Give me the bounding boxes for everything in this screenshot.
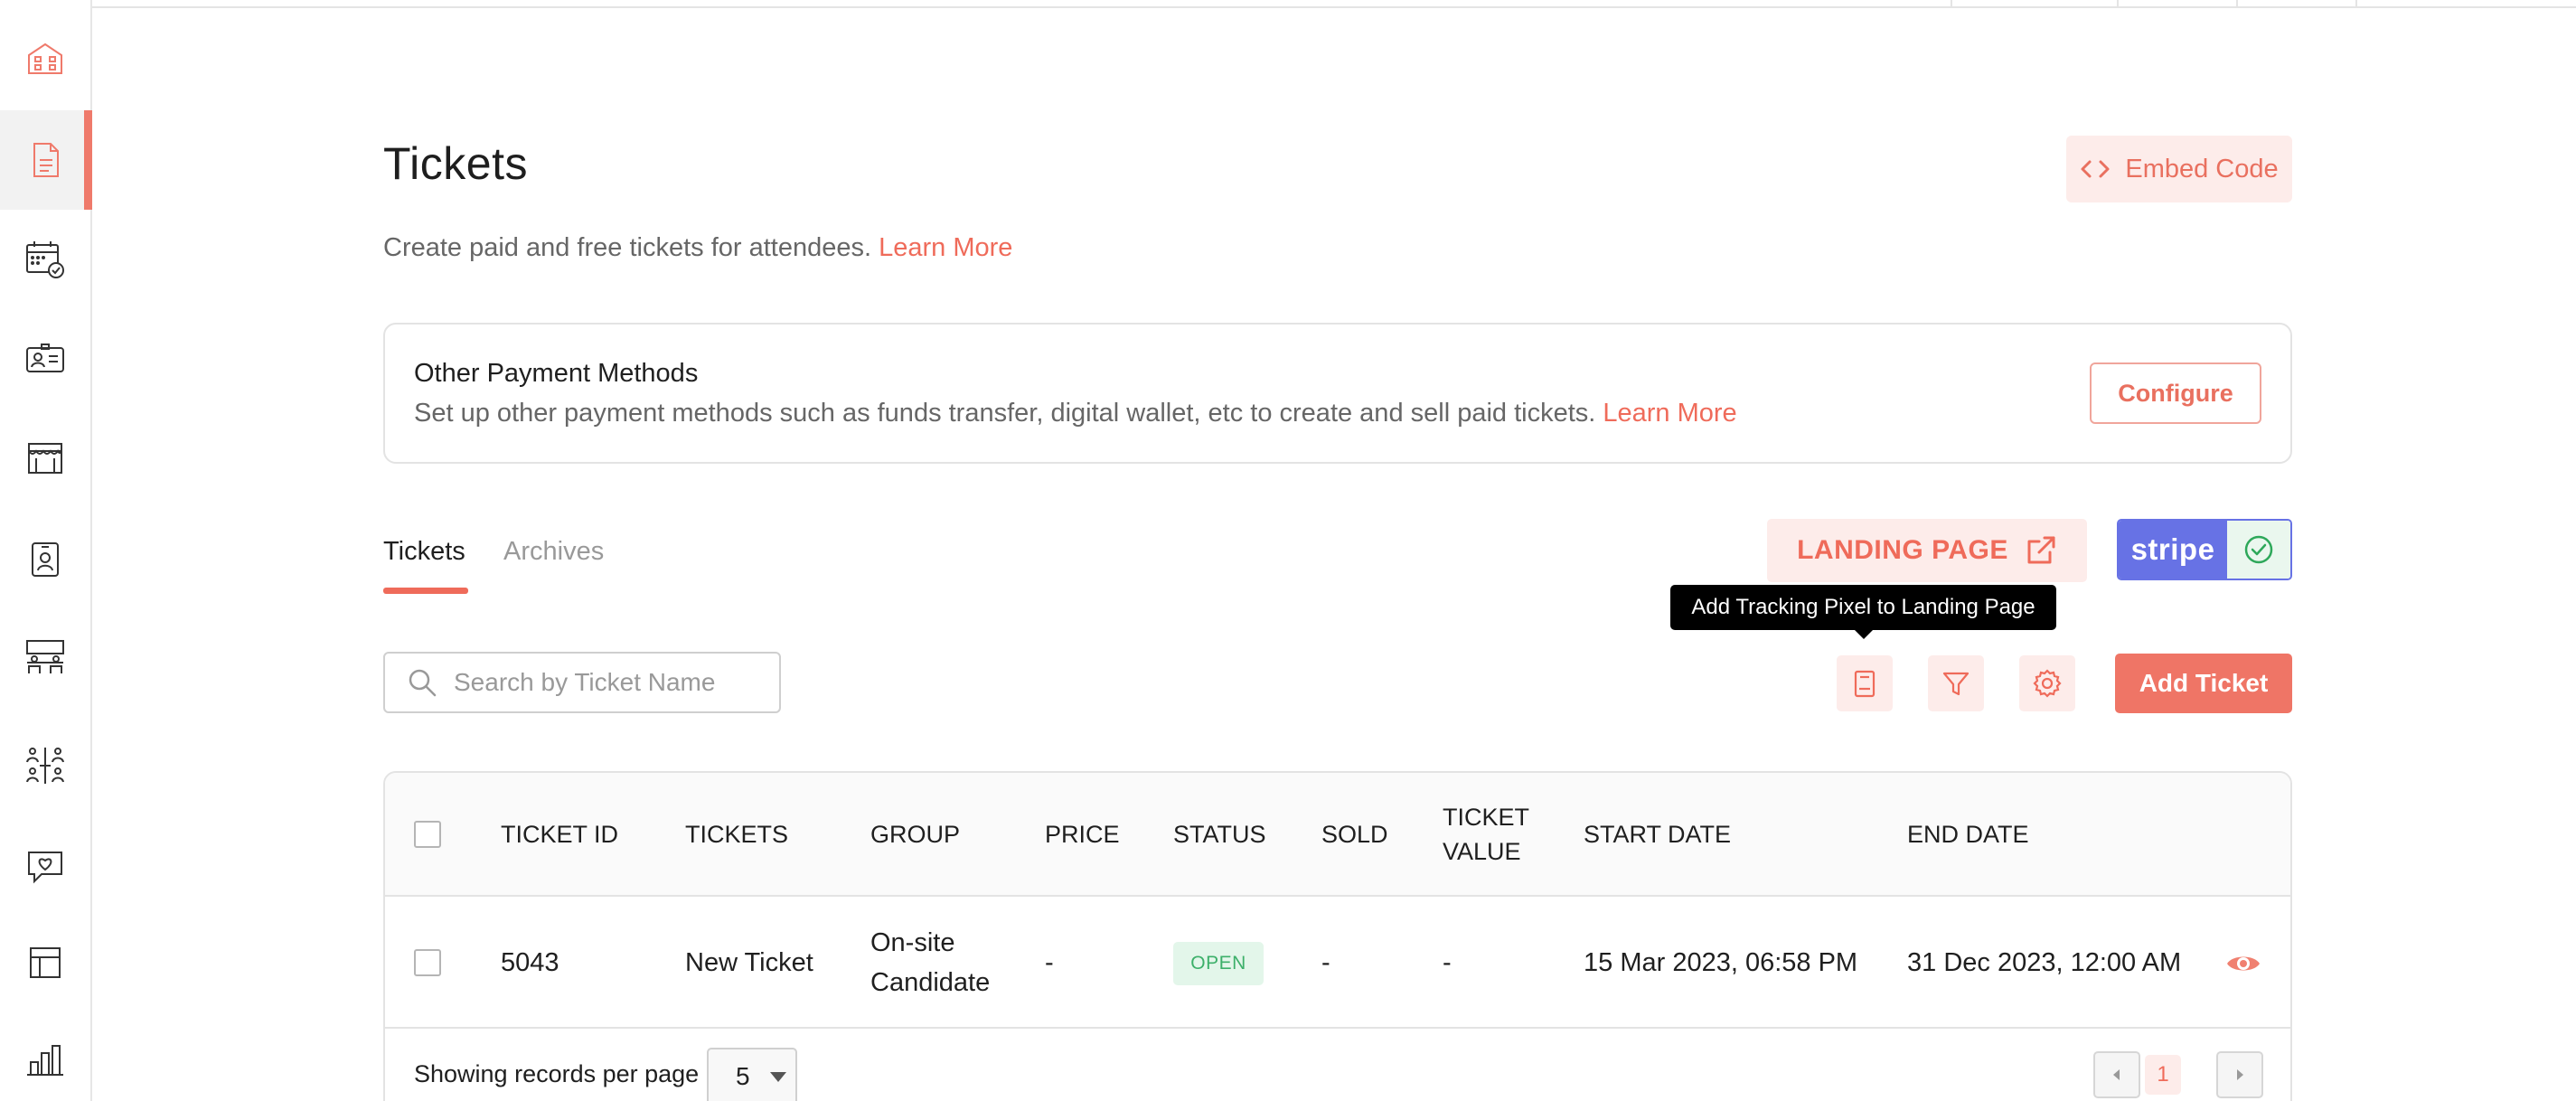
per-page-select[interactable]: 5 xyxy=(707,1048,797,1101)
id-card-icon xyxy=(26,343,64,372)
cell-ticket-value: - xyxy=(1443,948,1452,977)
chevron-left-icon xyxy=(2113,1069,2120,1080)
cell-ticket-name: New Ticket xyxy=(685,948,813,977)
sidebar-item-venue[interactable] xyxy=(0,9,90,108)
prev-page-button[interactable] xyxy=(2093,1051,2140,1098)
calendar-check-icon xyxy=(26,241,64,278)
payment-card-text: Set up other payment methods such as fun… xyxy=(414,399,1596,428)
table-row[interactable]: 5043 New Ticket On-site Candidate - OPEN… xyxy=(385,897,2290,1029)
status-badge: OPEN xyxy=(1173,942,1264,985)
search-input[interactable] xyxy=(454,668,743,697)
column-header[interactable]: TICKET ID xyxy=(501,817,618,852)
filter-button[interactable] xyxy=(1928,655,1984,711)
column-header[interactable]: STATUS xyxy=(1173,817,1266,852)
sidebar-item-analytics[interactable] xyxy=(0,1011,90,1101)
per-page-value: 5 xyxy=(736,1062,750,1090)
tab-archives[interactable]: Archives xyxy=(503,537,604,567)
select-all-checkbox[interactable] xyxy=(414,821,441,848)
document-icon xyxy=(33,143,59,177)
page-subtitle: Create paid and free tickets for attende… xyxy=(383,233,1012,263)
payment-learn-more-link[interactable]: Learn More xyxy=(1603,399,1736,428)
sidebar-item-speakers[interactable] xyxy=(0,508,90,607)
column-header[interactable]: END DATE xyxy=(1907,817,2029,852)
chevron-down-icon xyxy=(769,1071,786,1082)
ticket-search[interactable] xyxy=(383,652,781,713)
view-eye-icon[interactable] xyxy=(2225,946,2261,982)
sidebar-item-schedule[interactable] xyxy=(0,210,90,309)
sidebar-item-engagement[interactable] xyxy=(0,815,90,915)
column-header[interactable]: SOLD xyxy=(1321,817,1388,852)
cell-group: On-site Candidate xyxy=(870,928,991,997)
column-header[interactable]: GROUP xyxy=(870,817,960,852)
other-payment-methods-card: Other Payment Methods Set up other payme… xyxy=(383,323,2292,464)
meeting-table-icon xyxy=(26,640,64,673)
cell-end-date: 31 Dec 2023, 12:00 AM xyxy=(1907,948,2182,977)
header-divider xyxy=(2236,0,2238,7)
top-header-bar xyxy=(92,0,2576,8)
tab-tickets[interactable]: Tickets xyxy=(383,537,465,567)
search-icon xyxy=(409,669,437,697)
header-divider xyxy=(2117,0,2119,7)
external-link-icon xyxy=(2027,536,2055,564)
page-title: Tickets xyxy=(383,138,528,189)
stripe-logo: stripe xyxy=(2119,521,2227,579)
settings-button[interactable] xyxy=(2019,655,2075,711)
gear-icon xyxy=(2033,669,2062,698)
stripe-connection-badge[interactable]: stripe xyxy=(2117,519,2292,580)
cell-ticket-id: 5043 xyxy=(501,948,559,977)
sidebar-item-booths[interactable] xyxy=(0,409,90,508)
tracking-pixel-button[interactable] xyxy=(1837,655,1893,711)
add-ticket-button[interactable]: Add Ticket xyxy=(2115,654,2292,713)
active-tab-indicator xyxy=(383,588,468,594)
next-page-button[interactable] xyxy=(2216,1051,2263,1098)
building-icon xyxy=(28,42,62,74)
sidebar-item-tickets[interactable] xyxy=(0,110,92,210)
sidebar-item-layout[interactable] xyxy=(0,913,90,1012)
subtitle-text: Create paid and free tickets for attende… xyxy=(383,233,872,262)
landing-page-button[interactable]: LANDING PAGE xyxy=(1767,519,2087,582)
column-header[interactable]: TICKET VALUE xyxy=(1443,800,1542,869)
page-number[interactable]: 1 xyxy=(2145,1055,2181,1095)
cell-start-date: 15 Mar 2023, 06:58 PM xyxy=(1584,948,1858,977)
layout-icon xyxy=(30,947,61,978)
embed-code-label: Embed Code xyxy=(2125,154,2279,184)
people-network-icon xyxy=(26,748,64,784)
row-checkbox[interactable] xyxy=(414,949,441,976)
sidebar-item-meetings[interactable] xyxy=(0,607,90,707)
per-page-label: Showing records per page xyxy=(414,1060,700,1087)
column-header[interactable]: START DATE xyxy=(1584,817,1731,852)
payment-card-description: Set up other payment methods such as fun… xyxy=(414,399,1737,428)
filter-icon xyxy=(1942,672,1970,696)
sidebar-item-attendees[interactable] xyxy=(0,309,90,409)
sidebar xyxy=(0,0,92,1101)
header-divider xyxy=(1951,0,1952,7)
check-circle-icon xyxy=(2244,535,2273,564)
column-header[interactable]: PRICE xyxy=(1045,817,1120,852)
stripe-connected-status xyxy=(2227,521,2290,579)
cell-price: - xyxy=(1045,948,1054,977)
heart-chat-icon xyxy=(28,852,62,884)
code-brackets-icon xyxy=(2081,160,2110,178)
header-divider xyxy=(2355,0,2357,7)
payment-card-title: Other Payment Methods xyxy=(414,359,699,388)
cell-sold: - xyxy=(1321,948,1330,977)
table-header: TICKET ID TICKETS GROUP PRICE STATUS SOL… xyxy=(385,773,2290,897)
embed-code-button[interactable]: Embed Code xyxy=(2066,136,2292,202)
chevron-right-icon xyxy=(2237,1069,2243,1080)
landing-page-label: LANDING PAGE xyxy=(1797,535,2008,565)
learn-more-link[interactable]: Learn More xyxy=(879,233,1012,262)
clipboard-icon xyxy=(1854,670,1876,698)
storefront-icon xyxy=(28,443,62,474)
sidebar-item-networking[interactable] xyxy=(0,716,90,815)
configure-button[interactable]: Configure xyxy=(2090,362,2261,424)
bar-chart-icon xyxy=(27,1045,63,1076)
column-header[interactable]: TICKETS xyxy=(685,817,788,852)
tracking-pixel-tooltip: Add Tracking Pixel to Landing Page xyxy=(1670,585,2056,639)
tickets-table: TICKET ID TICKETS GROUP PRICE STATUS SOL… xyxy=(383,771,2292,1101)
badge-icon xyxy=(32,542,59,577)
